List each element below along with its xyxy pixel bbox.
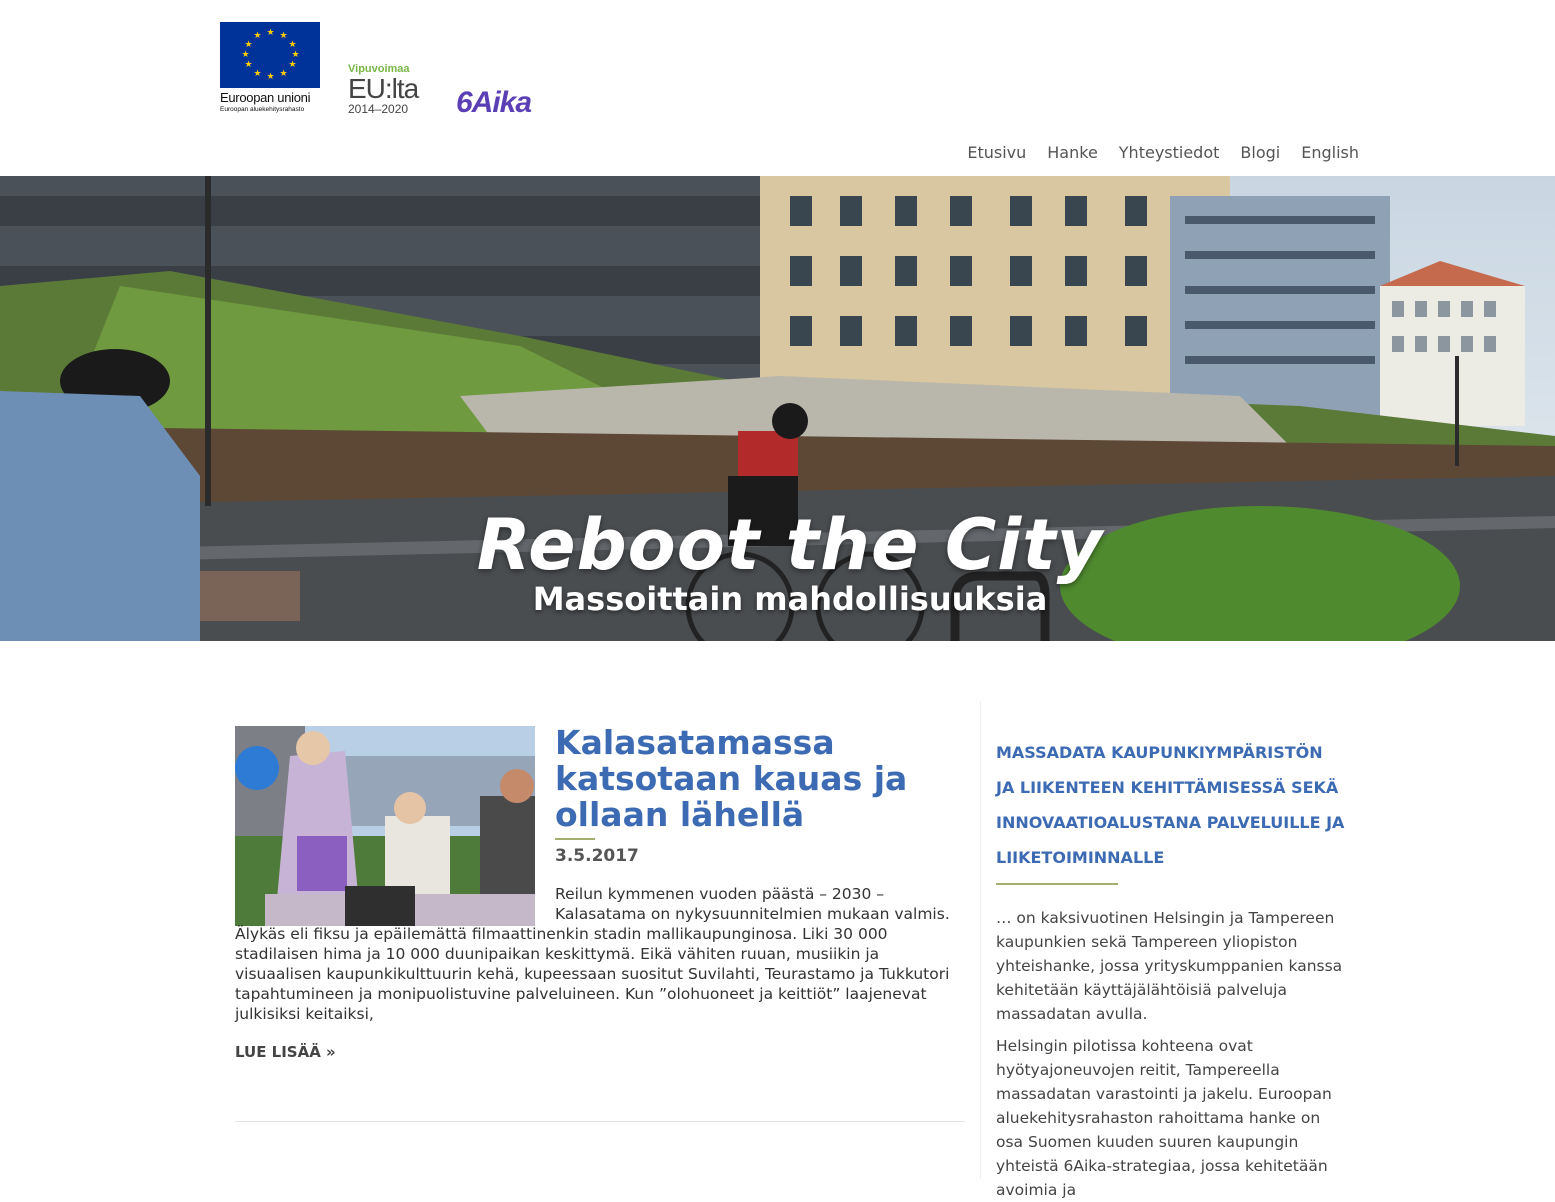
hero-subtitle: Massoittain mahdollisuuksia [532, 580, 1048, 618]
eu-logo[interactable]: ★ ★ ★ ★ ★ ★ ★ ★ ★ ★ ★ ★ Euroopan unioni … [220, 22, 324, 113]
sidebar-border [980, 701, 981, 1179]
nav-item-blogi[interactable]: Blogi [1240, 143, 1280, 162]
vipuvoimaa-logo-middle: EU:lta [348, 73, 419, 104]
main-nav: Etusivu Hanke Yhteystiedot Blogi English [967, 143, 1359, 162]
nav-item-english[interactable]: English [1301, 143, 1359, 162]
eu-logo-name: Euroopan unioni [220, 90, 311, 105]
sidebar-paragraph-2: Helsingin pilotissa kohteena ovat hyötya… [996, 1037, 1332, 1199]
6aika-logo[interactable]: 6Aika [456, 86, 532, 120]
vipuvoimaa-logo-years: 2014–2020 [348, 102, 409, 116]
post-date: 3.5.2017 [555, 846, 639, 866]
eu-flag-icon: ★ ★ ★ ★ ★ ★ ★ ★ ★ ★ ★ ★ [220, 22, 320, 88]
main-content: Kalasatamassa katsotaan kauas ja ollaan … [0, 641, 1555, 1199]
post-title-divider [555, 838, 595, 840]
eu-logo-subtitle: Euroopan aluekehitysrahasto [220, 106, 305, 113]
nav-item-hanke[interactable]: Hanke [1047, 143, 1098, 162]
hero-banner: Reboot the City Massoittain mahdollisuuk… [0, 176, 1555, 641]
post-divider [235, 1121, 965, 1122]
sidebar-heading: MASSADATA KAUPUNKIYMPÄRISTÖN JA LIIKENTE… [996, 743, 1345, 867]
read-more-link[interactable]: LUE LISÄÄ » [235, 1043, 336, 1061]
vipuvoimaa-logo[interactable]: Vipuvoimaa EU:lta 2014–2020 [348, 63, 438, 116]
nav-item-etusivu[interactable]: Etusivu [967, 143, 1026, 162]
nav-item-yhteystiedot[interactable]: Yhteystiedot [1119, 143, 1220, 162]
site-header: ★ ★ ★ ★ ★ ★ ★ ★ ★ ★ ★ ★ Euroopan unioni … [0, 0, 1555, 176]
post-title[interactable]: Kalasatamassa katsotaan kauas ja ollaan … [555, 725, 955, 833]
hero-title: Reboot the City [476, 504, 1104, 586]
sidebar-paragraph-1: … on kaksivuotinen Helsingin ja Tamperee… [996, 909, 1343, 1023]
sidebar-divider [996, 883, 1118, 885]
post-excerpt-block: Reilun kymmenen vuoden päästä – 2030 – K… [235, 884, 965, 1024]
